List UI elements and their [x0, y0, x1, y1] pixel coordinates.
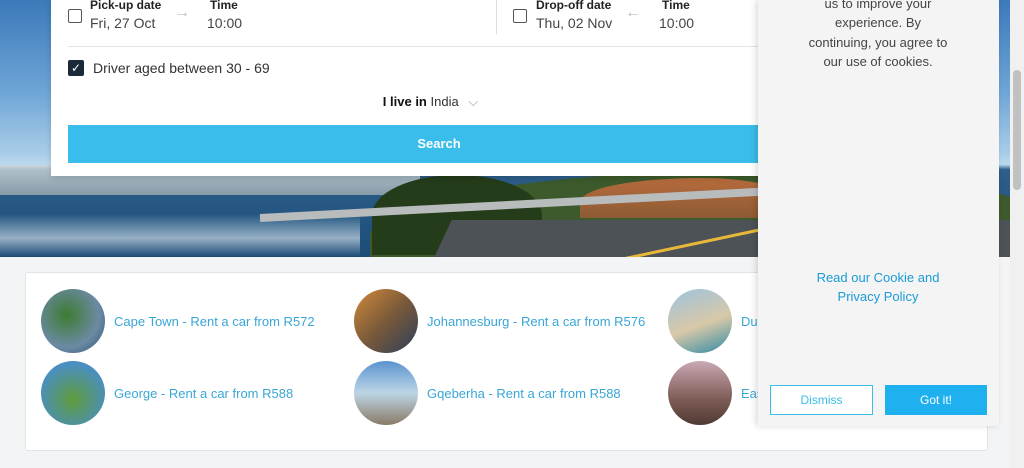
arrow-right-icon: → [174, 4, 190, 21]
driver-age-checkbox[interactable]: ✓ [68, 60, 84, 76]
residence-selector[interactable]: I live in India ⌵ [51, 94, 810, 110]
accept-button[interactable]: Got it! [885, 385, 987, 415]
calendar-icon [513, 9, 527, 23]
search-form: Pick-up date Fri, 27 Oct → Time 10:00 Dr… [51, 0, 810, 176]
arrow-left-icon: ← [625, 4, 641, 21]
destination-item[interactable]: Eas [668, 361, 763, 425]
cape-town-thumbnail [41, 289, 105, 353]
dismiss-button[interactable]: Dismiss [770, 385, 873, 415]
destination-item[interactable]: Dur [668, 289, 762, 353]
residence-value: India [430, 94, 459, 109]
durban-thumbnail [668, 289, 732, 353]
field-divider [496, 0, 497, 34]
dropoff-time-value: 10:00 [659, 15, 695, 31]
george-thumbnail [41, 361, 105, 425]
destination-item[interactable]: Gqeberha - Rent a car from R588 [354, 361, 621, 425]
destination-item[interactable]: George - Rent a car from R588 [41, 361, 293, 425]
cookie-policy-link[interactable]: Read our Cookie and Privacy Policy [808, 268, 948, 307]
destination-link[interactable]: Gqeberha - Rent a car from R588 [427, 386, 621, 401]
pickup-time-value: 10:00 [207, 15, 243, 31]
pickup-date-label: Pick-up date [90, 0, 162, 12]
east-london-thumbnail [668, 361, 732, 425]
destination-link[interactable]: Johannesburg - Rent a car from R576 [427, 314, 645, 329]
scrollbar[interactable] [1010, 0, 1024, 468]
johannesburg-thumbnail [354, 289, 418, 353]
destination-item[interactable]: Cape Town - Rent a car from R572 [41, 289, 315, 353]
cookie-banner: us to improve your experience. By contin… [758, 0, 999, 426]
gqeberha-thumbnail [354, 361, 418, 425]
residence-prefix: I live in [382, 94, 427, 109]
dropoff-date-label: Drop-off date [536, 0, 612, 12]
dropoff-date-value: Thu, 02 Nov [536, 15, 613, 31]
driver-age-label: Driver aged between 30 - 69 [93, 60, 270, 76]
destination-item[interactable]: Johannesburg - Rent a car from R576 [354, 289, 645, 353]
form-divider [68, 46, 810, 47]
destination-link[interactable]: Cape Town - Rent a car from R572 [114, 314, 315, 329]
dropoff-time-label: Time [662, 0, 690, 12]
pickup-date-value: Fri, 27 Oct [90, 15, 156, 31]
chevron-down-icon: ⌵ [468, 94, 479, 109]
scrollbar-thumb[interactable] [1013, 70, 1021, 190]
destination-link[interactable]: George - Rent a car from R588 [114, 386, 293, 401]
cookie-message: us to improve your experience. By contin… [808, 0, 948, 69]
calendar-icon [68, 9, 82, 23]
search-button[interactable]: Search [68, 125, 810, 163]
pickup-time-label: Time [210, 0, 238, 12]
